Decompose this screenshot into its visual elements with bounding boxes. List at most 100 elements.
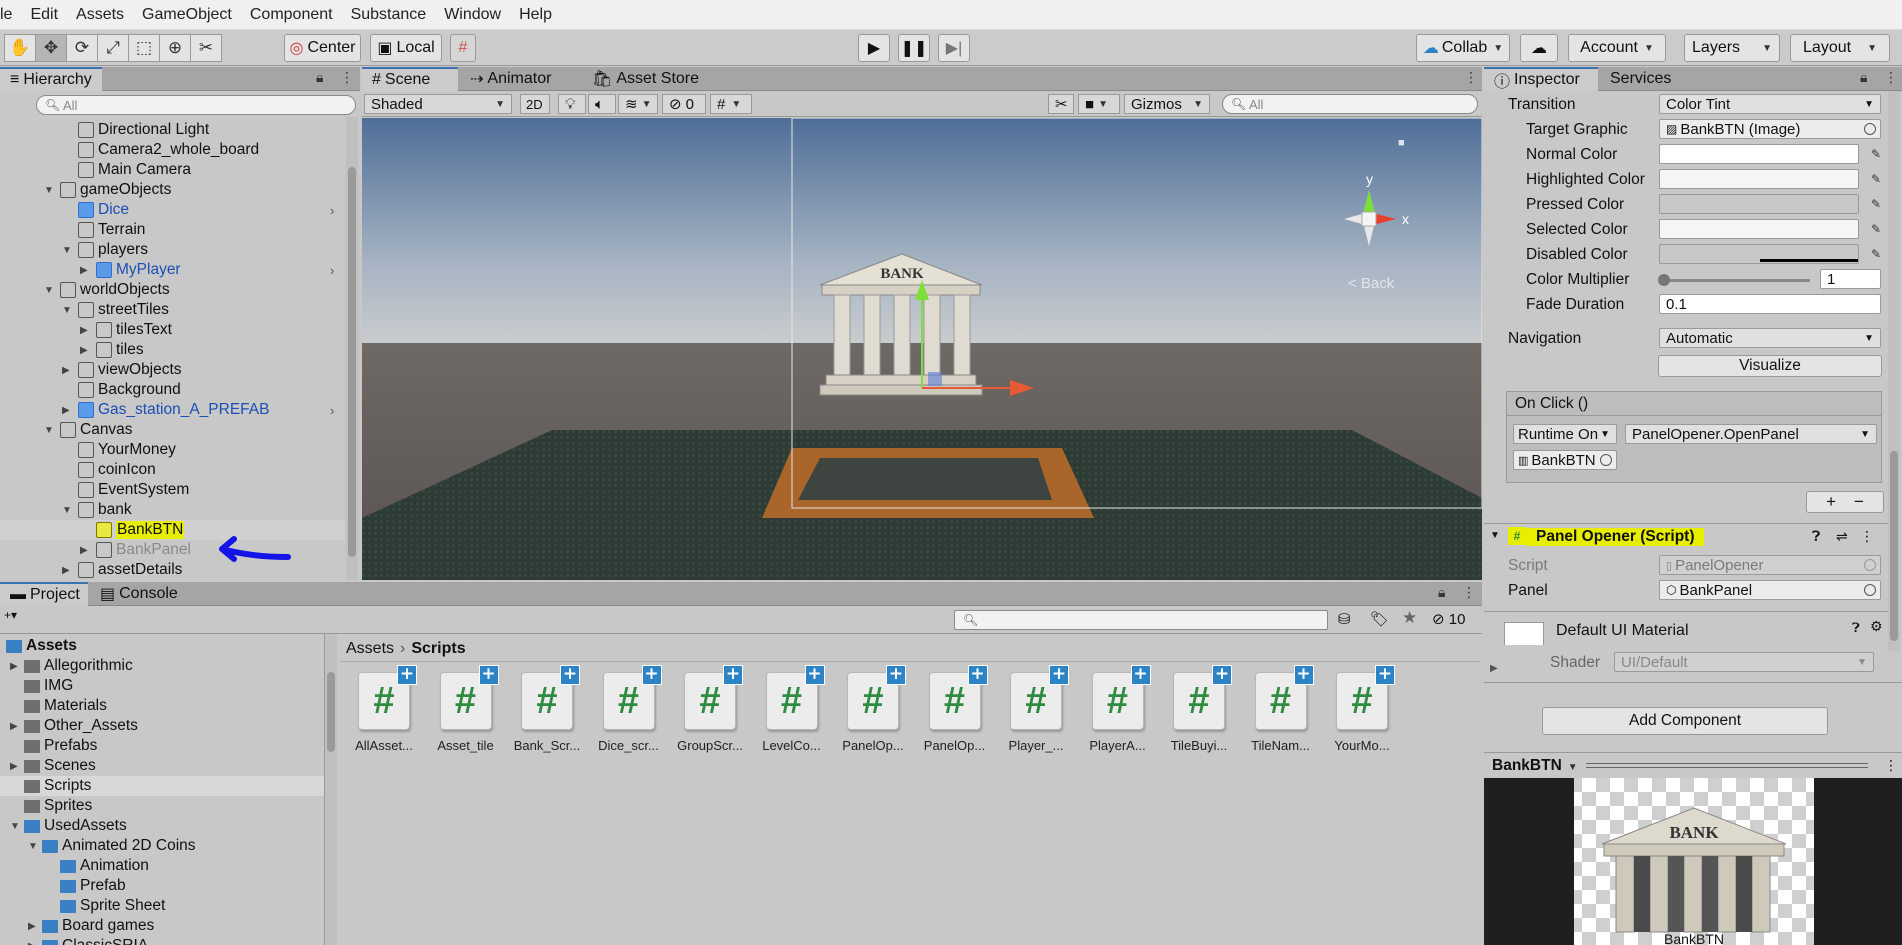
rect-tool-icon[interactable]: ⬚: [128, 34, 160, 62]
hierarchy-item[interactable]: ▶ tilesText: [0, 320, 345, 340]
inspector-scroll-thumb[interactable]: [1890, 451, 1898, 641]
hand-tool-icon[interactable]: ✋: [4, 34, 36, 62]
panel-field[interactable]: ⬡ BankPanel: [1659, 580, 1881, 600]
more-menu-icon[interactable]: ⋮: [1464, 69, 1478, 86]
tab-inspector[interactable]: ⓘ Inspector: [1484, 67, 1598, 91]
expand-arrow-right-icon[interactable]: ▶: [62, 405, 72, 416]
more-menu-icon[interactable]: ⋮: [340, 69, 354, 86]
expand-arrow-right-icon[interactable]: ▶: [28, 941, 36, 945]
panel-opener-header[interactable]: ▼ # Panel Opener (Script) ❓︎ ⇌ ⋮: [1484, 523, 1888, 551]
hierarchy-item[interactable]: ▶ Gas_station_A_PREFAB ›: [0, 400, 345, 420]
expand-arrow-down-icon[interactable]: ▼: [44, 185, 54, 196]
lock-icon[interactable]: 🔒︎: [316, 69, 323, 86]
cloud-button[interactable]: ☁: [1520, 34, 1558, 62]
hidden-objects-toggle[interactable]: ⊘ 0: [662, 94, 706, 114]
script-asset[interactable]: # + Dice_scr...: [589, 665, 669, 782]
rotate-tool-icon[interactable]: ⟳: [66, 34, 98, 62]
script-asset[interactable]: # + PlayerA...: [1078, 665, 1158, 782]
expand-arrow-down-icon[interactable]: ▼: [62, 245, 72, 256]
script-asset[interactable]: # + GroupScr...: [670, 665, 750, 782]
expand-arrow-right-icon[interactable]: ▶: [28, 921, 36, 932]
hierarchy-item[interactable]: Background: [0, 380, 345, 400]
hierarchy-search-input[interactable]: 🔍︎ All: [36, 95, 356, 115]
expand-arrow-right-icon[interactable]: ▶: [80, 325, 90, 336]
layers-dropdown[interactable]: Layers ▼: [1684, 34, 1780, 62]
hierarchy-item[interactable]: ▶ viewObjects: [0, 360, 345, 380]
more-menu-icon[interactable]: ⋮: [1884, 69, 1898, 86]
hierarchy-item[interactable]: ▼ Canvas: [0, 420, 345, 440]
expand-arrow-down-icon[interactable]: ▼: [44, 285, 54, 296]
menu-edit[interactable]: Edit: [22, 6, 68, 24]
script-asset[interactable]: # + TileNam...: [1241, 665, 1321, 782]
effects-dropdown-icon[interactable]: ≋ ▼: [618, 94, 658, 114]
toggle-2d-button[interactable]: 2D: [520, 94, 550, 114]
eyedropper-icon[interactable]: ✎: [1871, 197, 1885, 211]
runtime-dropdown[interactable]: Runtime On ▼: [1513, 424, 1617, 444]
pressed-color-swatch[interactable]: [1659, 194, 1859, 214]
add-event-button[interactable]: +: [1826, 492, 1836, 512]
hierarchy-item[interactable]: YourMoney: [0, 440, 345, 460]
folder-tree-item[interactable]: ▶ Board games: [0, 916, 324, 936]
tab-scene[interactable]: # Scene: [362, 67, 458, 91]
menu-substance[interactable]: Substance: [343, 6, 437, 24]
expand-arrow-right-icon[interactable]: ▶: [10, 721, 18, 732]
normal-color-swatch[interactable]: [1659, 144, 1859, 164]
layout-dropdown[interactable]: Layout ▼: [1790, 34, 1890, 62]
pause-button[interactable]: ❚❚: [898, 34, 930, 62]
tab-console[interactable]: ▤ Console: [90, 582, 188, 606]
folder-scroll-thumb[interactable]: [327, 672, 335, 752]
chevron-right-icon[interactable]: ›: [330, 203, 334, 218]
menu-window[interactable]: Window: [436, 6, 511, 24]
hierarchy-item[interactable]: Camera2_whole_board: [0, 140, 345, 160]
expand-arrow-right-icon[interactable]: ▶: [62, 365, 72, 376]
component-menu-icon[interactable]: ⋮: [1860, 528, 1874, 545]
preview-drag-handle[interactable]: [1586, 763, 1868, 768]
lock-icon[interactable]: 🔒︎: [1860, 69, 1867, 86]
hierarchy-item[interactable]: ▶ tiles: [0, 340, 345, 360]
move-tool-icon[interactable]: ✥: [35, 34, 67, 62]
folder-tree-item[interactable]: ▼ UsedAssets: [0, 816, 324, 836]
script-asset[interactable]: # + Bank_Scr...: [507, 665, 587, 782]
expand-arrow-right-icon[interactable]: ▶: [80, 265, 90, 276]
eyedropper-icon[interactable]: ✎: [1871, 172, 1885, 186]
viewport-lock-icon[interactable]: ■: [1398, 137, 1405, 149]
expand-arrow-right-icon[interactable]: ▶: [80, 345, 90, 356]
scene-viewport[interactable]: BANK y x < Back ■: [362, 118, 1482, 580]
chevron-right-icon[interactable]: ›: [330, 403, 334, 418]
expand-arrow-right-icon[interactable]: ▶: [10, 761, 18, 772]
highlighted-color-swatch[interactable]: [1659, 169, 1859, 189]
color-multiplier-input[interactable]: 1: [1820, 269, 1881, 289]
object-picker-icon[interactable]: [1864, 123, 1876, 135]
script-asset[interactable]: # + PanelOp...: [833, 665, 913, 782]
transform-tool-icon[interactable]: ⊕: [159, 34, 191, 62]
eyedropper-icon[interactable]: ✎: [1871, 247, 1885, 261]
gear-icon[interactable]: ⚙: [1870, 618, 1883, 635]
scene-search-input[interactable]: 🔍︎ All: [1222, 94, 1478, 114]
menu-component[interactable]: Component: [242, 6, 343, 24]
step-button[interactable]: ▶|: [938, 34, 970, 62]
hierarchy-item[interactable]: EventSystem: [0, 480, 345, 500]
folder-tree-item[interactable]: ▼ Animated 2D Coins: [0, 836, 324, 856]
script-asset[interactable]: # + Player_...: [996, 665, 1076, 782]
eyedropper-icon[interactable]: ✎: [1871, 147, 1885, 161]
hierarchy-item[interactable]: ▼ players: [0, 240, 345, 260]
tab-animator[interactable]: ⇢ Animator: [460, 67, 561, 91]
folder-tree-item[interactable]: Scripts: [0, 776, 324, 796]
tab-asset-store[interactable]: 🛍︎ Asset Store: [582, 67, 709, 91]
color-multiplier-slider[interactable]: [1658, 274, 1810, 286]
audio-toggle-icon[interactable]: 🔈︎: [588, 94, 616, 114]
more-menu-icon[interactable]: ⋮: [1884, 757, 1898, 774]
play-button[interactable]: ▶: [858, 34, 890, 62]
disabled-color-swatch[interactable]: [1659, 244, 1859, 264]
folder-tree-item[interactable]: IMG: [0, 676, 324, 696]
gizmos-dropdown[interactable]: Gizmos ▼: [1124, 94, 1210, 114]
help-icon[interactable]: ❓︎: [1812, 528, 1820, 545]
collab-dropdown[interactable]: ☁ Collab ▼: [1416, 34, 1510, 62]
tab-services[interactable]: Services: [1600, 67, 1681, 91]
hierarchy-item[interactable]: ▶ MyPlayer ›: [0, 260, 345, 280]
object-picker-icon[interactable]: [1600, 454, 1612, 466]
tab-project[interactable]: ▬ Project: [0, 582, 88, 606]
folder-tree-item[interactable]: ▶ Allegorithmic: [0, 656, 324, 676]
onclick-object-field[interactable]: ▥ BankBTN: [1513, 450, 1617, 470]
camera-dropdown-icon[interactable]: ■ ▼: [1078, 94, 1120, 114]
